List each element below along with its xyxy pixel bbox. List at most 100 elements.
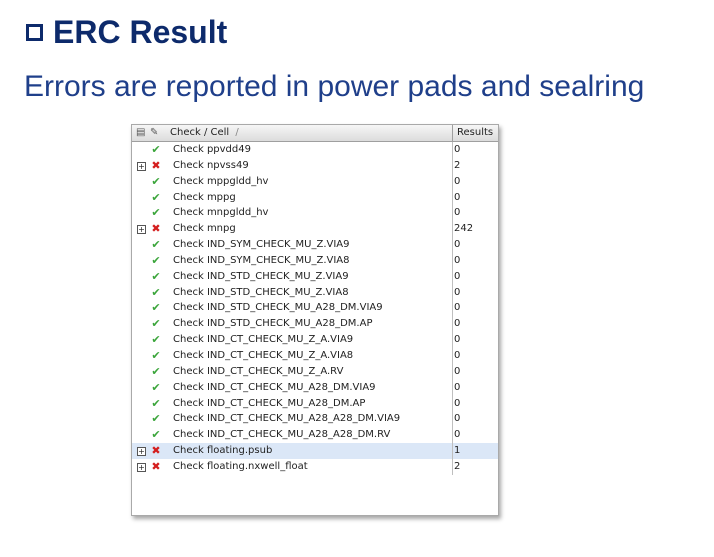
pass-check-icon: ✔ [151, 238, 161, 252]
table-row[interactable]: ✔ Check mppg 0 [132, 189, 498, 206]
pass-check-icon: ✔ [151, 143, 161, 156]
table-row[interactable]: ✔ Check IND_CT_CHECK_MU_Z_A.VIA8 0 [132, 347, 498, 364]
check-name-cell: Check mnpgldd_hv [173, 207, 269, 219]
results-cell: 0 [454, 286, 461, 298]
column-header-results[interactable]: Results [457, 127, 493, 138]
erc-results-panel: ▤ ✎ Check / Cell / Results ✔ Check ppvdd4… [131, 124, 499, 516]
check-name-cell: Check IND_CT_CHECK_MU_A28_DM.VIA9 [173, 381, 376, 393]
results-cell: 1 [454, 445, 461, 457]
pass-check-icon: ✔ [151, 333, 161, 347]
column-divider [452, 268, 453, 285]
column-divider [452, 173, 453, 190]
results-cell: 0 [454, 144, 461, 155]
table-row[interactable]: ✔ Check IND_CT_CHECK_MU_A28_A28_DM.RV 0 [132, 427, 498, 444]
results-table-body: ✔ Check ppvdd49 0 + ✖ Check npvss49 2 ✔ Check mp… [132, 142, 498, 475]
pass-check-icon: ✔ [151, 269, 161, 283]
table-row[interactable]: ✔ Check mppgldd_hv 0 [132, 173, 498, 190]
table-row[interactable]: ✔ Check IND_STD_CHECK_MU_Z.VIA8 0 [132, 284, 498, 301]
expand-icon[interactable]: + [137, 447, 146, 457]
pass-check-icon: ✔ [151, 253, 161, 267]
expand-icon[interactable]: + [137, 225, 146, 235]
column-header-check-cell[interactable]: Check / Cell / [170, 127, 239, 138]
table-row[interactable]: ✔ Check IND_STD_CHECK_MU_A28_DM.VIA9 0 [132, 300, 498, 317]
check-name-cell: Check IND_CT_CHECK_MU_Z_A.RV [173, 365, 344, 377]
table-row[interactable]: ✔ Check IND_CT_CHECK_MU_Z_A.RV 0 [132, 363, 498, 380]
results-cell: 0 [454, 365, 461, 377]
results-cell: 0 [454, 413, 461, 425]
check-name-cell: Check IND_CT_CHECK_MU_A28_A28_DM.RV [173, 429, 391, 441]
check-name-cell: Check IND_STD_CHECK_MU_Z.VIA9 [173, 270, 349, 282]
table-header: ▤ ✎ Check / Cell / Results [132, 125, 498, 142]
fail-x-icon: ✖ [151, 158, 161, 172]
table-row[interactable]: ✔ Check IND_SYM_CHECK_MU_Z.VIA8 0 [132, 252, 498, 269]
column-divider [452, 221, 453, 238]
table-row[interactable]: ✔ Check IND_CT_CHECK_MU_A28_DM.AP 0 [132, 395, 498, 412]
column-divider [452, 411, 453, 428]
check-name-cell: Check IND_CT_CHECK_MU_A28_DM.AP [173, 397, 366, 409]
table-row[interactable]: ✔ Check IND_STD_CHECK_MU_Z.VIA9 0 [132, 268, 498, 285]
table-row[interactable]: + ✖ Check floating.psub 1 [132, 443, 498, 459]
check-name-cell: Check mnpg [173, 223, 236, 235]
pass-check-icon: ✔ [151, 396, 161, 410]
check-name-cell: Check IND_CT_CHECK_MU_Z_A.VIA9 [173, 334, 354, 346]
column-divider [452, 443, 453, 459]
table-row[interactable]: ✔ Check mnpgldd_hv 0 [132, 205, 498, 222]
check-name-cell: Check ppvdd49 [173, 144, 251, 155]
check-name-cell: Check IND_STD_CHECK_MU_Z.VIA8 [173, 286, 349, 298]
check-name-cell: Check npvss49 [173, 159, 249, 171]
table-row[interactable]: ✔ Check ppvdd49 0 [132, 142, 498, 158]
check-name-cell: Check IND_SYM_CHECK_MU_Z.VIA9 [173, 239, 350, 251]
table-row[interactable]: ✔ Check IND_STD_CHECK_MU_A28_DM.AP 0 [132, 316, 498, 333]
check-name-cell: Check floating.nxwell_float [173, 460, 308, 472]
check-name-cell: Check mppg [173, 191, 236, 203]
results-cell: 0 [454, 191, 461, 203]
pass-check-icon: ✔ [151, 348, 161, 362]
pass-check-icon: ✔ [151, 285, 161, 299]
results-cell: 0 [454, 270, 461, 282]
check-name-cell: Check IND_SYM_CHECK_MU_Z.VIA8 [173, 254, 350, 266]
table-row[interactable]: + ✖ Check mnpg 242 [132, 221, 498, 238]
slide-subtitle: Errors are reported in power pads and se… [24, 70, 645, 103]
column-header-check-cell-label: Check / Cell [170, 127, 230, 138]
column-divider [452, 316, 453, 333]
table-row[interactable]: ✔ Check IND_CT_CHECK_MU_Z_A.VIA9 0 [132, 332, 498, 348]
table-row[interactable]: + ✖ Check npvss49 2 [132, 157, 498, 174]
column-divider [452, 252, 453, 269]
pass-check-icon: ✔ [151, 412, 161, 426]
results-cell: 0 [454, 349, 461, 361]
column-divider [452, 379, 453, 396]
results-cell: 0 [454, 334, 461, 346]
check-name-cell: Check IND_STD_CHECK_MU_A28_DM.AP [173, 318, 373, 330]
column-divider [452, 395, 453, 412]
check-name-cell: Check floating.psub [173, 445, 273, 457]
pass-check-icon: ✔ [151, 380, 161, 394]
column-divider [452, 142, 453, 158]
column-divider[interactable] [452, 125, 453, 141]
table-row[interactable]: ✔ Check IND_CT_CHECK_MU_A28_DM.VIA9 0 [132, 379, 498, 396]
expand-icon[interactable]: + [137, 161, 146, 171]
pass-check-icon: ✔ [151, 301, 161, 315]
expand-icon[interactable]: + [137, 462, 146, 472]
results-cell: 2 [454, 159, 461, 171]
checkbox-bullet-icon [26, 23, 43, 41]
check-name-cell: Check IND_CT_CHECK_MU_Z_A.VIA8 [173, 349, 354, 361]
slide-title: ERC Result [26, 12, 227, 52]
results-cell: 0 [454, 254, 461, 266]
column-divider [452, 205, 453, 222]
pass-check-icon: ✔ [151, 364, 161, 378]
table-row[interactable]: ✔ Check IND_SYM_CHECK_MU_Z.VIA9 0 [132, 237, 498, 253]
column-divider [452, 458, 453, 475]
results-cell: 0 [454, 429, 461, 441]
table-row[interactable]: + ✖ Check floating.nxwell_float 2 [132, 458, 498, 475]
results-cell: 0 [454, 302, 461, 314]
column-divider [452, 332, 453, 348]
check-name-cell: Check IND_CT_CHECK_MU_A28_A28_DM.VIA9 [173, 413, 401, 425]
table-icon[interactable]: ▤ [136, 127, 145, 138]
table-row[interactable]: ✔ Check IND_CT_CHECK_MU_A28_A28_DM.VIA9 0 [132, 411, 498, 428]
fail-x-icon: ✖ [151, 222, 161, 236]
results-cell: 0 [454, 318, 461, 330]
pass-check-icon: ✔ [151, 174, 161, 188]
check-filter-icon[interactable]: ✎ [150, 127, 158, 138]
pass-check-icon: ✔ [151, 317, 161, 331]
column-divider [452, 157, 453, 174]
